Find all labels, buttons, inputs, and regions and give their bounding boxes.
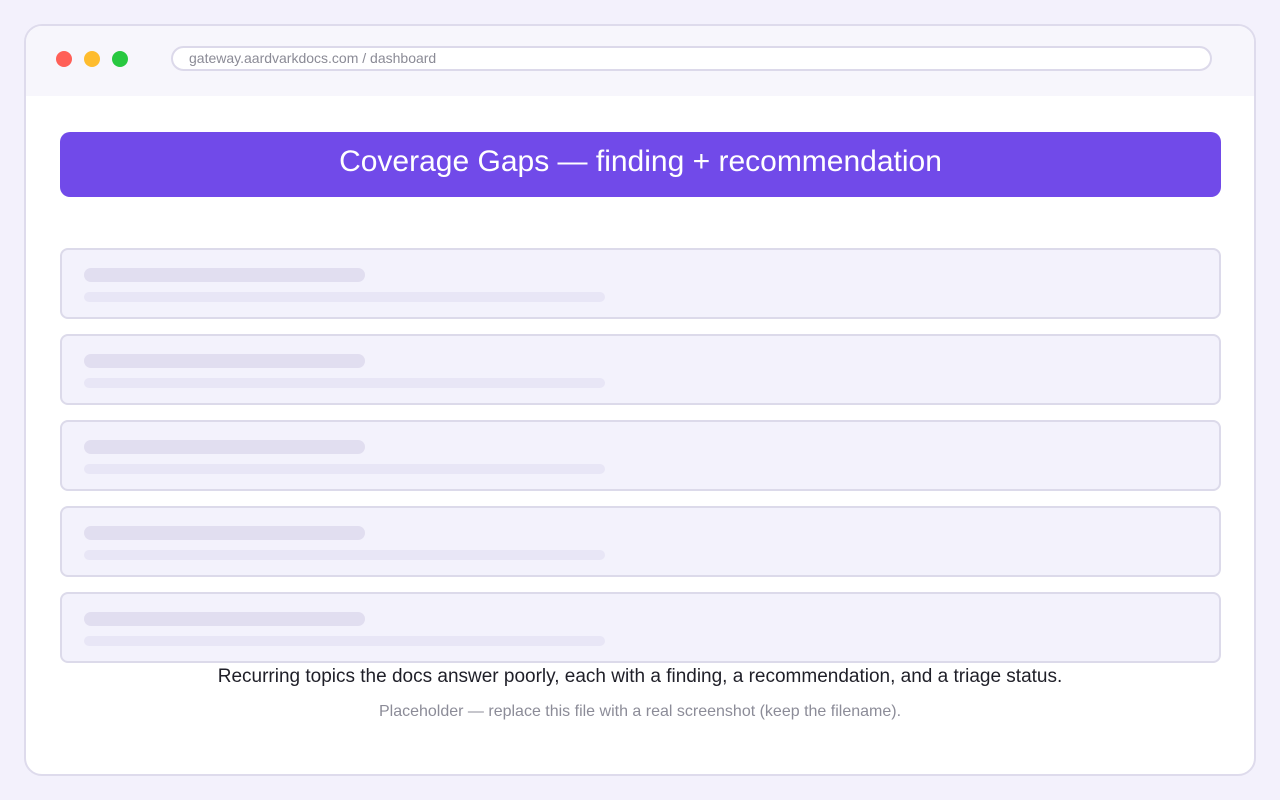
- placeholder-note: Placeholder — replace this file with a r…: [378, 703, 902, 720]
- skeleton-title-bar: [84, 440, 365, 454]
- close-window-icon[interactable]: [56, 51, 72, 67]
- skeleton-title-bar: [84, 268, 365, 282]
- page-title-banner: Coverage Gaps — finding + recommendation: [60, 132, 1221, 197]
- skeleton-text-bar: [84, 378, 605, 388]
- skeleton-title-bar: [84, 526, 365, 540]
- list-item-skeleton: [60, 592, 1221, 663]
- address-bar[interactable]: gateway.aardvarkdocs.com / dashboard: [171, 46, 1212, 71]
- list-item-skeleton: [60, 506, 1221, 577]
- description-caption: Recurring topics the docs answer poorly,…: [217, 666, 1063, 687]
- minimize-window-icon[interactable]: [84, 51, 100, 67]
- list-item-skeleton: [60, 248, 1221, 319]
- skeleton-title-bar: [84, 354, 365, 368]
- browser-chrome: gateway.aardvarkdocs.com / dashboard: [26, 26, 1254, 96]
- skeleton-text-bar: [84, 464, 605, 474]
- skeleton-title-bar: [84, 612, 365, 626]
- skeleton-text-bar: [84, 550, 605, 560]
- skeleton-text-bar: [84, 292, 605, 302]
- list-item-skeleton: [60, 334, 1221, 405]
- list-item-skeleton: [60, 420, 1221, 491]
- maximize-window-icon[interactable]: [112, 51, 128, 67]
- coverage-gap-list: [60, 248, 1221, 678]
- browser-window: gateway.aardvarkdocs.com / dashboard Cov…: [24, 24, 1256, 776]
- skeleton-text-bar: [84, 636, 605, 646]
